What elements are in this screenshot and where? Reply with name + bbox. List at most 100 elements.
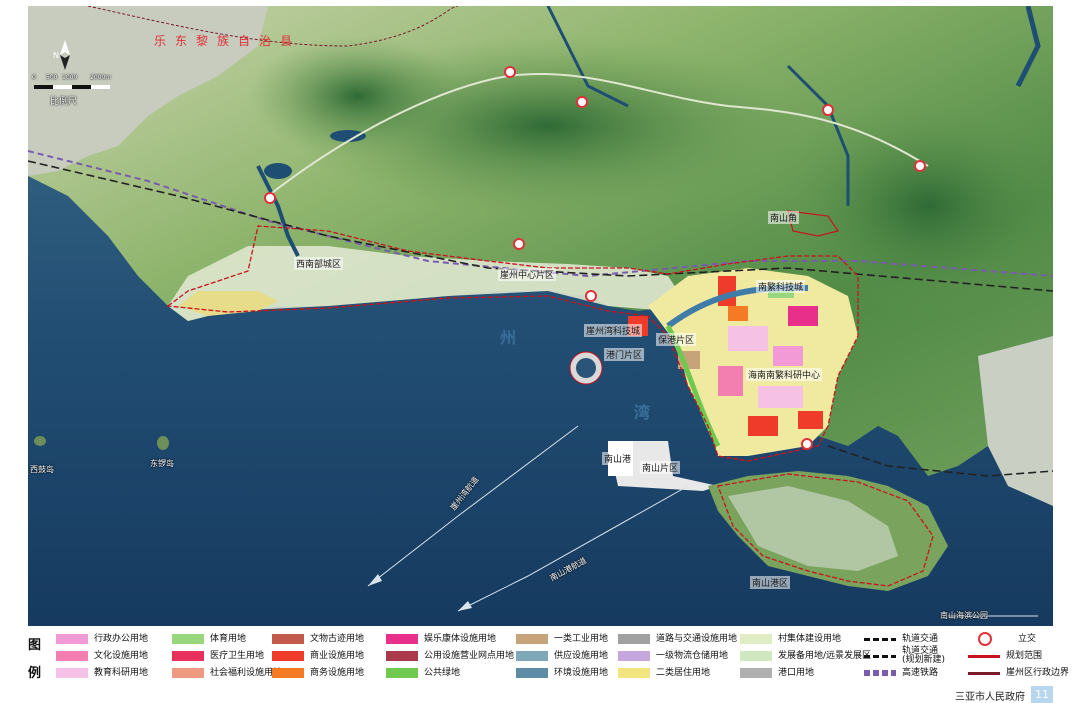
legend-swatch bbox=[272, 668, 304, 678]
legend-item: 文物古迹用地 bbox=[272, 633, 364, 645]
legend-item: 环境设施用地 bbox=[516, 667, 608, 679]
legend-swatch bbox=[516, 634, 548, 644]
legend-swatch bbox=[740, 634, 772, 644]
legend-item: 轨道交通 (规划新建) bbox=[864, 646, 946, 665]
legend-swatch bbox=[272, 634, 304, 644]
district-label: 港门片区 bbox=[604, 348, 645, 361]
legend-item: 体育用地 bbox=[172, 633, 246, 645]
legend-item-label: 立交 bbox=[1018, 633, 1037, 644]
scale-tick: 500 bbox=[46, 74, 58, 81]
legend-item-label: 港口用地 bbox=[778, 667, 815, 678]
legend-item: 立交 bbox=[968, 632, 1037, 646]
legend-item-label: 轨道交通 bbox=[902, 633, 939, 644]
scale-tick: 2000m bbox=[90, 74, 112, 81]
legend-swatch bbox=[516, 668, 548, 678]
footer-org: 三亚市人民政府 bbox=[955, 692, 1025, 703]
legend-item: 一级物流仓储用地 bbox=[618, 650, 728, 662]
legend-swatch bbox=[172, 668, 204, 678]
legend-item: 公共绿地 bbox=[386, 667, 460, 679]
legend-swatch bbox=[618, 634, 650, 644]
legend-item: 商务设施用地 bbox=[272, 667, 364, 679]
planning-map[interactable]: N 0 500 1000 2000m 比例尺 乐东黎族自治县 州 湾 西南部城区… bbox=[28, 6, 1053, 626]
county-label: 乐东黎族自治县 bbox=[154, 34, 302, 48]
legend-item-label: 商务设施用地 bbox=[310, 667, 365, 678]
legend-item-label: 轨道交通 (规划新建) bbox=[902, 646, 946, 665]
legend-item: 村集体建设用地 bbox=[740, 633, 841, 645]
legend-item-label: 商业设施用地 bbox=[310, 650, 365, 661]
legend-swatch bbox=[56, 651, 88, 661]
legend-item-label: 公共绿地 bbox=[424, 667, 461, 678]
legend-item-label: 公用设施营业网点用地 bbox=[424, 650, 515, 661]
legend-item-label: 村集体建设用地 bbox=[778, 633, 842, 644]
legend-item: 教育科研用地 bbox=[56, 667, 148, 679]
legend-item: 二类居住用地 bbox=[618, 667, 710, 679]
legend-swatch bbox=[618, 651, 650, 661]
legend-item-label: 环境设施用地 bbox=[554, 667, 609, 678]
map-legend: 图 例 行政办公用地 文化设施用地 教育科研用地 体育用地医疗卫生用地社会福利设施用地… bbox=[28, 630, 1069, 686]
district-label: 海南南繁科研中心 bbox=[746, 368, 823, 381]
legend-item: 商业设施用地 bbox=[272, 650, 364, 662]
legend-swatch bbox=[172, 651, 204, 661]
legend-item: 规划范围 bbox=[968, 650, 1042, 662]
legend-swatch bbox=[864, 654, 896, 658]
legend-item-label: 体育用地 bbox=[210, 633, 247, 644]
bay-label: 湾 bbox=[634, 403, 653, 422]
legend-swatch bbox=[56, 634, 88, 644]
legend-item: 一类工业用地 bbox=[516, 633, 608, 645]
legend-swatch bbox=[516, 651, 548, 661]
legend-item-label: 供应设施用地 bbox=[554, 650, 609, 661]
north-label: N bbox=[53, 51, 59, 60]
legend-swatch bbox=[978, 632, 992, 646]
legend-swatch bbox=[968, 671, 1000, 675]
legend-item-label: 文物古迹用地 bbox=[310, 633, 365, 644]
legend-swatch bbox=[172, 634, 204, 644]
legend-item: 轨道交通 bbox=[864, 633, 938, 645]
legend-swatch bbox=[740, 651, 772, 661]
legend-item-label: 二类居住用地 bbox=[656, 667, 711, 678]
legend-item-label: 行政办公用地 bbox=[94, 633, 149, 644]
legend-swatch bbox=[386, 651, 418, 661]
legend-item-label: 娱乐康体设施用地 bbox=[424, 633, 497, 644]
north-arrow-icon: N bbox=[50, 40, 80, 70]
page-number: 11 bbox=[1031, 686, 1053, 703]
legend-item: 社会福利设施用地 bbox=[172, 667, 282, 679]
coast-label: 南山海滨公园 bbox=[940, 611, 988, 620]
legend-item-label: 发展备用地/远景发展区 bbox=[778, 650, 872, 661]
island-label: 西鼓岛 bbox=[30, 465, 54, 474]
legend-item: 崖州区行政边界 bbox=[968, 667, 1069, 679]
legend-swatch bbox=[618, 668, 650, 678]
legend-item-label: 文化设施用地 bbox=[94, 650, 149, 661]
district-label: 西南部城区 bbox=[294, 257, 344, 270]
scale-label: 比例尺 bbox=[50, 97, 78, 107]
district-label: 南山港区 bbox=[750, 576, 791, 589]
district-label: 南山片区 bbox=[640, 461, 681, 474]
legend-swatch bbox=[386, 634, 418, 644]
legend-title: 例 bbox=[28, 666, 42, 681]
legend-item-label: 高速铁路 bbox=[902, 667, 939, 678]
legend-item-label: 医疗卫生用地 bbox=[210, 650, 265, 661]
district-label: 南山角 bbox=[768, 211, 800, 224]
legend-swatch bbox=[56, 668, 88, 678]
district-label: 保港片区 bbox=[656, 333, 697, 346]
legend-item: 医疗卫生用地 bbox=[172, 650, 264, 662]
scale-tick: 0 bbox=[32, 74, 36, 81]
legend-item-label: 道路与交通设施用地 bbox=[656, 633, 738, 644]
legend-swatch bbox=[386, 668, 418, 678]
island-label: 东锣岛 bbox=[150, 459, 174, 468]
district-label: 崖州湾科技城 bbox=[584, 324, 643, 337]
district-label: 南山港 bbox=[602, 452, 634, 465]
legend-title: 图 bbox=[28, 638, 42, 653]
footer: 三亚市人民政府 11 bbox=[28, 686, 1053, 703]
legend-item: 娱乐康体设施用地 bbox=[386, 633, 496, 645]
legend-item: 公用设施营业网点用地 bbox=[386, 650, 514, 662]
legend-item-label: 教育科研用地 bbox=[94, 667, 149, 678]
legend-item: 文化设施用地 bbox=[56, 650, 148, 662]
legend-swatch bbox=[864, 670, 896, 676]
legend-item: 道路与交通设施用地 bbox=[618, 633, 737, 645]
legend-swatch bbox=[968, 654, 1000, 658]
legend-item-label: 规划范围 bbox=[1006, 650, 1043, 661]
legend-item-label: 一级物流仓储用地 bbox=[656, 650, 729, 661]
legend-swatch bbox=[272, 651, 304, 661]
district-label: 崖州中心片区 bbox=[498, 268, 557, 281]
legend-item: 供应设施用地 bbox=[516, 650, 608, 662]
